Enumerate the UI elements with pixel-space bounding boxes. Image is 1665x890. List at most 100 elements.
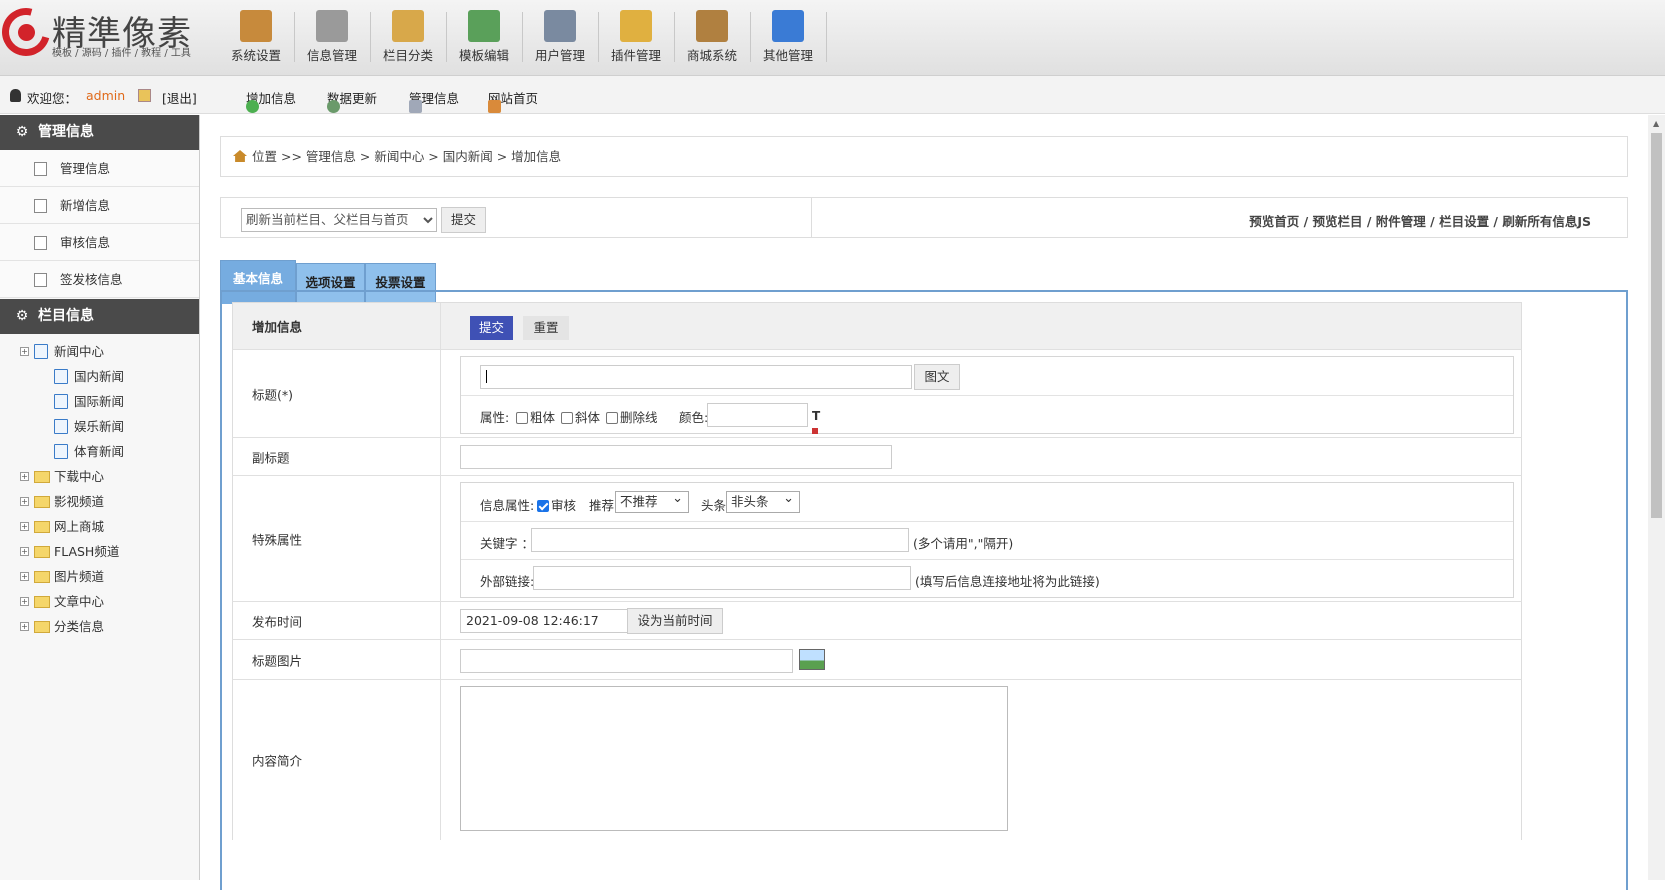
tree-item[interactable]: + 分类信息 <box>0 614 199 639</box>
expand-icon[interactable]: + <box>20 522 29 531</box>
external-link-input[interactable] <box>533 566 911 590</box>
nav-item-5[interactable]: 插件管理 <box>598 0 674 72</box>
sign-doc-icon <box>34 273 47 287</box>
user-edit-icon[interactable] <box>138 88 151 103</box>
section-header-columns[interactable]: ⚙ 栏目信息 <box>0 299 199 334</box>
main-content: 位置 >> 管理信息 > 新闻中心 > 国内新闻 > 增加信息 刷新当前栏目、父… <box>200 115 1648 890</box>
review-checkbox[interactable]: 审核 <box>537 495 576 514</box>
pubtime-row: 发布时间 2021-09-08 12:46:17 设为当前时间 <box>232 602 1522 640</box>
expand-icon[interactable]: + <box>20 472 29 481</box>
shop-bag-icon <box>696 10 728 42</box>
sidebar-item-new-info[interactable]: 新增信息 <box>0 187 199 224</box>
sidebar-item-sign-review[interactable]: 签发核信息 <box>0 261 199 298</box>
bold-checkbox[interactable]: 粗体 <box>516 407 555 426</box>
nav-item-6[interactable]: 商城系统 <box>674 0 750 72</box>
expand-icon[interactable]: + <box>20 497 29 506</box>
tree-item[interactable]: + 影视频道 <box>0 489 199 514</box>
pubtime-input[interactable]: 2021-09-08 12:46:17 <box>460 609 628 633</box>
add-info-form: 增加信息 提交 重置 标题(*) 图文 属性: 粗体 斜体 删除线 颜色: T <box>220 290 1628 890</box>
tree-item[interactable]: + 图片频道 <box>0 564 199 589</box>
tree-item[interactable]: + 下载中心 <box>0 464 199 489</box>
section-header-manage[interactable]: ⚙ 管理信息 <box>0 115 199 150</box>
site-home-link[interactable]: 网站首页 <box>488 88 538 113</box>
strike-checkbox[interactable]: 删除线 <box>606 407 658 426</box>
tree-item-label: 下载中心 <box>54 469 105 484</box>
nav-item-0[interactable]: 系统设置 <box>218 0 294 72</box>
subtitle-input[interactable] <box>460 445 892 469</box>
form-submit-button[interactable]: 提交 <box>470 316 513 340</box>
folder-icon <box>34 471 50 483</box>
expand-icon[interactable]: + <box>20 597 29 606</box>
column-tree: + 新闻中心 国内新闻 国际新闻 娱乐新闻 体育新闻 + 下载中心 + 影视频道 + 网上商城 + FLA… <box>0 334 199 639</box>
sidebar-item-manage-info[interactable]: 管理信息 <box>0 150 199 187</box>
tree-item[interactable]: + 网上商城 <box>0 514 199 539</box>
tree-item-label: 网上商城 <box>54 519 105 534</box>
color-picker-icon[interactable]: T <box>812 410 826 434</box>
manage-info-link[interactable]: 管理信息 <box>409 88 459 113</box>
italic-checkbox[interactable]: 斜体 <box>561 407 600 426</box>
tree-item[interactable]: + 文章中心 <box>0 589 199 614</box>
add-info-link[interactable]: 增加信息 <box>246 88 296 113</box>
summary-row: 内容简介 <box>232 680 1522 840</box>
tree-item-label: FLASH频道 <box>54 544 120 559</box>
nav-item-3[interactable]: 模板编辑 <box>446 0 522 72</box>
site-logo[interactable]: 精準像素 模板 / 源码 / 插件 / 教程 / 工具 <box>0 0 218 76</box>
scroll-up-icon[interactable]: ▲ <box>1653 119 1659 128</box>
logout-link[interactable]: [退出] <box>162 88 197 107</box>
tree-item[interactable]: 体育新闻 <box>0 439 199 464</box>
special-attr-label: 特殊属性 <box>252 532 303 547</box>
data-update-link[interactable]: 数据更新 <box>327 88 377 113</box>
color-input[interactable] <box>707 403 808 427</box>
subtitle-row: 副标题 <box>232 438 1522 476</box>
nav-item-2[interactable]: 栏目分类 <box>370 0 446 72</box>
nav-item-1[interactable]: 信息管理 <box>294 0 370 72</box>
tree-item-label: 新闻中心 <box>54 344 105 359</box>
tree-item[interactable]: 国内新闻 <box>0 364 199 389</box>
tree-item-label: 国内新闻 <box>74 369 125 384</box>
keyword-label: 关键字 ： <box>480 536 534 551</box>
expand-icon[interactable]: + <box>20 547 29 556</box>
tree-item-label: 国际新闻 <box>74 394 125 409</box>
tree-item-label: 分类信息 <box>54 619 105 634</box>
tree-item[interactable]: + 新闻中心 <box>0 339 199 364</box>
summary-textarea[interactable] <box>460 686 1008 831</box>
preview-links[interactable]: 预览首页 / 预览栏目 / 附件管理 / 栏目设置 / 刷新所有信息JS <box>1249 211 1591 230</box>
tree-item[interactable]: 国际新闻 <box>0 389 199 414</box>
username[interactable]: admin <box>86 88 125 103</box>
titlepic-input[interactable] <box>460 649 793 673</box>
page-scrollbar[interactable]: ▲ <box>1648 115 1665 880</box>
tree-item[interactable]: 娱乐新闻 <box>0 414 199 439</box>
tree-item-label: 图片频道 <box>54 569 105 584</box>
tree-item[interactable]: + FLASH频道 <box>0 539 199 564</box>
image-upload-icon[interactable] <box>799 649 825 670</box>
expand-icon[interactable]: + <box>20 572 29 581</box>
document-icon <box>34 344 48 359</box>
set-now-button[interactable]: 设为当前时间 <box>627 608 723 634</box>
nav-item-label: 用户管理 <box>534 48 585 63</box>
title-input[interactable] <box>480 365 912 389</box>
refresh-submit-button[interactable]: 提交 <box>441 207 486 233</box>
document-icon <box>54 419 68 434</box>
image-text-button[interactable]: 图文 <box>914 364 960 390</box>
tree-item-label: 文章中心 <box>54 594 105 609</box>
expand-icon[interactable]: + <box>20 622 29 631</box>
headline-select[interactable]: 非头条 <box>726 489 800 513</box>
nav-item-label: 模板编辑 <box>458 48 509 63</box>
nav-item-7[interactable]: 其他管理 <box>750 0 826 72</box>
sidebar-item-review-info[interactable]: 审核信息 <box>0 224 199 261</box>
nav-item-4[interactable]: 用户管理 <box>522 0 598 72</box>
gear-icon: ⚙ <box>15 124 29 140</box>
refresh-scope-select[interactable]: 刷新当前栏目、父栏目与首页 <box>241 208 437 232</box>
edit-doc-icon <box>34 162 47 176</box>
new-doc-icon <box>34 199 47 213</box>
form-reset-button[interactable]: 重置 <box>523 316 569 340</box>
info-attr-label: 信息属性: <box>480 498 535 513</box>
expand-icon[interactable]: + <box>20 347 29 356</box>
scrollbar-thumb[interactable] <box>1651 133 1662 518</box>
logo-tagline: 模板 / 源码 / 插件 / 教程 / 工具 <box>52 48 191 59</box>
recommend-label: 推荐 <box>589 498 615 513</box>
keyword-input[interactable] <box>531 528 909 552</box>
recommend-select[interactable]: 不推荐 <box>615 489 689 513</box>
folder-icon <box>34 621 50 633</box>
folder-icon <box>34 496 50 508</box>
